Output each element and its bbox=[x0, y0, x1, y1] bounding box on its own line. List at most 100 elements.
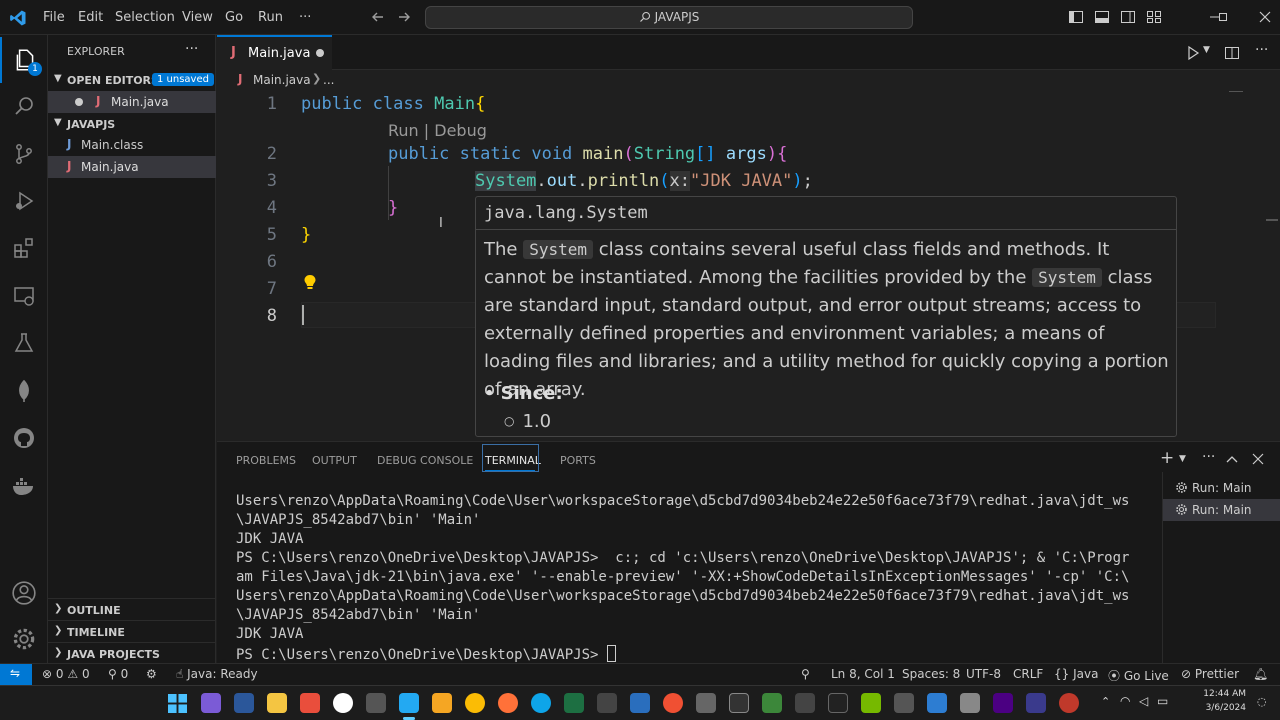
close-window-icon[interactable] bbox=[1257, 9, 1273, 25]
activity-mongodb[interactable] bbox=[0, 368, 48, 414]
activity-accounts[interactable] bbox=[0, 570, 48, 616]
customize-layout-icon[interactable] bbox=[1146, 9, 1162, 25]
tab-problems[interactable]: PROBLEMS bbox=[236, 454, 296, 467]
git-app-icon[interactable] bbox=[663, 693, 683, 713]
unsaved-dot-icon[interactable] bbox=[75, 98, 83, 106]
debug-status-icon[interactable]: ⚙ bbox=[146, 667, 157, 681]
menu-go[interactable]: Go bbox=[225, 0, 243, 35]
timeline-header[interactable]: ❯ TIMELINE bbox=[48, 620, 216, 642]
panel-more-button[interactable]: ··· bbox=[1202, 449, 1215, 465]
unsaved-dot-icon[interactable] bbox=[316, 49, 324, 57]
terminal-instance-active[interactable]: Run: Main bbox=[1163, 499, 1280, 521]
maximize-panel-icon[interactable] bbox=[1225, 452, 1239, 466]
prettier[interactable]: ⊘ Prettier bbox=[1181, 667, 1239, 681]
editor-more-button[interactable]: ··· bbox=[1255, 42, 1268, 58]
activity-docker[interactable] bbox=[0, 463, 48, 509]
menu-edit[interactable]: Edit bbox=[78, 0, 103, 35]
activity-github[interactable] bbox=[0, 415, 48, 461]
encoding[interactable]: UTF-8 bbox=[966, 667, 1001, 681]
activity-extensions[interactable] bbox=[0, 225, 48, 271]
folder-header[interactable]: ▼ JAVAPJS bbox=[48, 115, 216, 135]
codelens-run-debug[interactable]: Run | Debug bbox=[388, 121, 487, 140]
word-app-icon[interactable] bbox=[234, 693, 254, 713]
toggle-secondary-sidebar-icon[interactable] bbox=[1120, 9, 1136, 25]
node-app-icon[interactable] bbox=[762, 693, 782, 713]
firefox-app-icon[interactable] bbox=[498, 693, 518, 713]
problems-status[interactable]: ⊗ 0 ⚠ 0 bbox=[42, 667, 90, 681]
restore-window-icon[interactable] bbox=[1215, 9, 1231, 25]
outline-header[interactable]: ❯ OUTLINE bbox=[48, 598, 216, 620]
volume-icon[interactable]: ◁ bbox=[1139, 694, 1148, 708]
app-icon[interactable] bbox=[828, 693, 848, 713]
toggle-sidebar-icon[interactable] bbox=[1068, 9, 1084, 25]
zoom-icon[interactable]: ⚲ bbox=[801, 667, 810, 681]
menu-selection[interactable]: Selection bbox=[115, 0, 175, 35]
vscode-app-icon[interactable] bbox=[399, 693, 419, 713]
file-item-selected[interactable]: J Main.java bbox=[48, 156, 216, 178]
activity-run-debug[interactable] bbox=[0, 178, 48, 224]
lightbulb-icon[interactable] bbox=[303, 274, 317, 290]
activity-manage[interactable] bbox=[0, 616, 48, 662]
terminal-instance[interactable]: Run: Main bbox=[1163, 477, 1280, 499]
back-arrow-icon[interactable] bbox=[370, 9, 386, 25]
remote-indicator[interactable]: ⇋ bbox=[0, 664, 32, 685]
tray-overflow-icon[interactable]: ⌃ bbox=[1101, 695, 1110, 708]
end-of-line[interactable]: CRLF bbox=[1013, 667, 1043, 681]
new-terminal-icon[interactable]: + bbox=[1160, 448, 1174, 468]
tab-output[interactable]: OUTPUT bbox=[312, 454, 357, 467]
activity-testing[interactable] bbox=[0, 320, 48, 366]
java-status[interactable]: ☝ Java: Ready bbox=[176, 667, 258, 681]
store-app-icon[interactable] bbox=[300, 693, 320, 713]
activity-search[interactable] bbox=[0, 83, 48, 129]
app-icon[interactable] bbox=[1059, 693, 1079, 713]
vlc-app-icon[interactable] bbox=[432, 693, 452, 713]
activity-source-control[interactable] bbox=[0, 131, 48, 177]
chrome-app-icon[interactable] bbox=[465, 693, 485, 713]
activity-explorer[interactable]: 1 bbox=[0, 37, 48, 83]
menu-more[interactable]: ··· bbox=[299, 0, 311, 35]
opera-app-icon[interactable] bbox=[333, 693, 353, 713]
run-icon[interactable] bbox=[1185, 45, 1201, 61]
widgets-app-icon[interactable] bbox=[201, 693, 221, 713]
ports-status[interactable]: ⚲ 0 bbox=[108, 667, 128, 681]
unity-app-icon[interactable] bbox=[696, 693, 716, 713]
terminal-app-icon[interactable] bbox=[729, 693, 749, 713]
app-icon[interactable] bbox=[927, 693, 947, 713]
clock-time[interactable]: 12:44 AM bbox=[1198, 689, 1246, 699]
app-icon[interactable] bbox=[894, 693, 914, 713]
breadcrumb-more[interactable]: ... bbox=[323, 73, 334, 87]
cursor-position[interactable]: Ln 8, Col 1 bbox=[831, 667, 895, 681]
forward-arrow-icon[interactable] bbox=[396, 9, 412, 25]
open-editor-item[interactable]: J Main.java bbox=[48, 91, 216, 113]
settings-app-icon[interactable] bbox=[795, 693, 815, 713]
cube-app-icon[interactable] bbox=[366, 693, 386, 713]
media-app-icon[interactable] bbox=[597, 693, 617, 713]
terminal-output[interactable]: Users\renzo\AppData\Roaming\Code\User\wo… bbox=[236, 492, 1156, 665]
nvidia-app-icon[interactable] bbox=[861, 693, 881, 713]
chevron-down-icon[interactable]: ▼ bbox=[1203, 45, 1210, 55]
file-item[interactable]: J Main.class bbox=[48, 134, 216, 156]
java-projects-header[interactable]: ❯ JAVA PROJECTS bbox=[48, 642, 216, 663]
tab-debug-console[interactable]: DEBUG CONSOLE bbox=[377, 454, 473, 467]
app-icon[interactable] bbox=[993, 693, 1013, 713]
command-center-search[interactable]: JAVAPJS bbox=[425, 6, 913, 29]
menu-file[interactable]: File bbox=[43, 0, 65, 35]
app-icon[interactable] bbox=[960, 693, 980, 713]
app-icon[interactable] bbox=[1026, 693, 1046, 713]
language-mode[interactable]: {} Java bbox=[1054, 667, 1098, 681]
breadcrumb-file[interactable]: Main.java bbox=[253, 73, 311, 87]
paint-app-icon[interactable] bbox=[630, 693, 650, 713]
file-explorer-app-icon[interactable] bbox=[267, 693, 287, 713]
menu-view[interactable]: View bbox=[182, 0, 213, 35]
go-live[interactable]: ⦿ Go Live bbox=[1108, 667, 1169, 684]
open-editors-header[interactable]: ▼ OPEN EDITORS 1 unsaved bbox=[48, 71, 216, 91]
menu-run[interactable]: Run bbox=[258, 0, 283, 35]
tab-main-java[interactable]: J Main.java bbox=[217, 35, 332, 70]
split-editor-icon[interactable] bbox=[1224, 45, 1240, 61]
close-panel-icon[interactable] bbox=[1251, 452, 1265, 466]
indentation[interactable]: Spaces: 8 bbox=[902, 667, 960, 681]
tab-ports[interactable]: PORTS bbox=[560, 454, 596, 467]
battery-icon[interactable]: ▭ bbox=[1157, 694, 1168, 708]
notification-bell-icon[interactable]: ◌ bbox=[1257, 695, 1267, 708]
clock-date[interactable]: 3/6/2024 bbox=[1198, 703, 1246, 713]
